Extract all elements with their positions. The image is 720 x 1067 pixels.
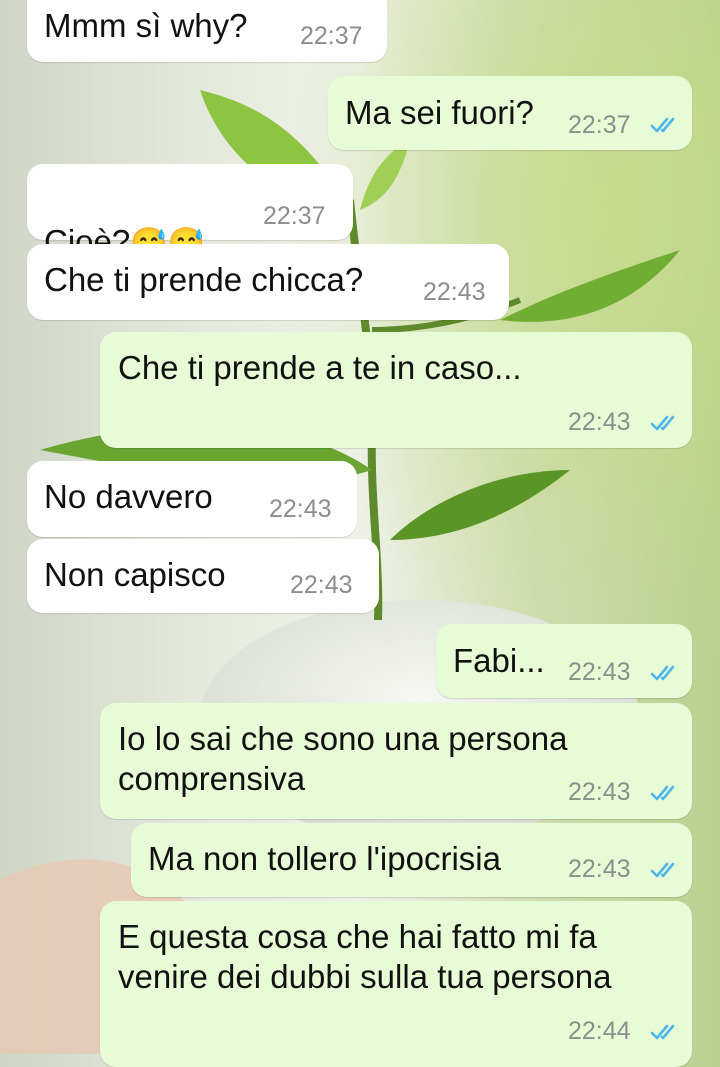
double-check-icon: [650, 785, 675, 801]
message-text: Che ti prende chicca?: [44, 261, 364, 298]
outgoing-message[interactable]: Ma non tollero l'ipocrisia 22:43: [131, 823, 692, 897]
double-check-icon: [650, 415, 675, 431]
message-time: 22:43: [423, 278, 486, 306]
message-text: Fabi...: [453, 642, 545, 679]
incoming-message[interactable]: Mmm sì why? 22:37: [27, 0, 387, 62]
outgoing-message[interactable]: E questa cosa che hai fatto mi fa venire…: [100, 901, 692, 1067]
message-text: Non capisco: [44, 556, 226, 593]
message-time: 22:43: [568, 658, 631, 686]
outgoing-message[interactable]: Io lo sai che sono una persona comprensi…: [100, 703, 692, 819]
message-time: 22:44: [568, 1017, 631, 1045]
message-text: Mmm sì why?: [44, 7, 248, 44]
message-time: 22:37: [300, 22, 363, 50]
message-time: 22:43: [290, 571, 353, 599]
outgoing-message[interactable]: Ma sei fuori? 22:37: [328, 76, 692, 150]
double-check-icon: [650, 117, 675, 133]
outgoing-message[interactable]: Fabi... 22:43: [436, 624, 692, 698]
double-check-icon: [650, 862, 675, 878]
double-check-icon: [650, 665, 675, 681]
incoming-message[interactable]: Non capisco 22:43: [27, 539, 379, 613]
incoming-message[interactable]: No davvero 22:43: [27, 461, 357, 537]
message-text: Ma sei fuori?: [345, 94, 534, 131]
message-time: 22:43: [269, 495, 332, 523]
message-time: 22:43: [568, 778, 631, 806]
outgoing-message[interactable]: Che ti prende a te in caso... 22:43: [100, 332, 692, 448]
message-text: Che ti prende a te in caso...: [118, 349, 522, 386]
message-text: E questa cosa che hai fatto mi fa venire…: [118, 918, 612, 995]
double-check-icon: [650, 1024, 675, 1040]
incoming-message[interactable]: Che ti prende chicca? 22:43: [27, 244, 509, 320]
message-time: 22:43: [568, 855, 631, 883]
message-time: 22:43: [568, 408, 631, 436]
message-text: No davvero: [44, 478, 213, 515]
message-time: 22:37: [263, 202, 326, 230]
message-time: 22:37: [568, 111, 631, 139]
message-text: Io lo sai che sono una persona comprensi…: [118, 720, 568, 797]
incoming-message[interactable]: Cioè?😅😅 22:37: [27, 164, 353, 260]
message-text: Ma non tollero l'ipocrisia: [148, 840, 501, 877]
